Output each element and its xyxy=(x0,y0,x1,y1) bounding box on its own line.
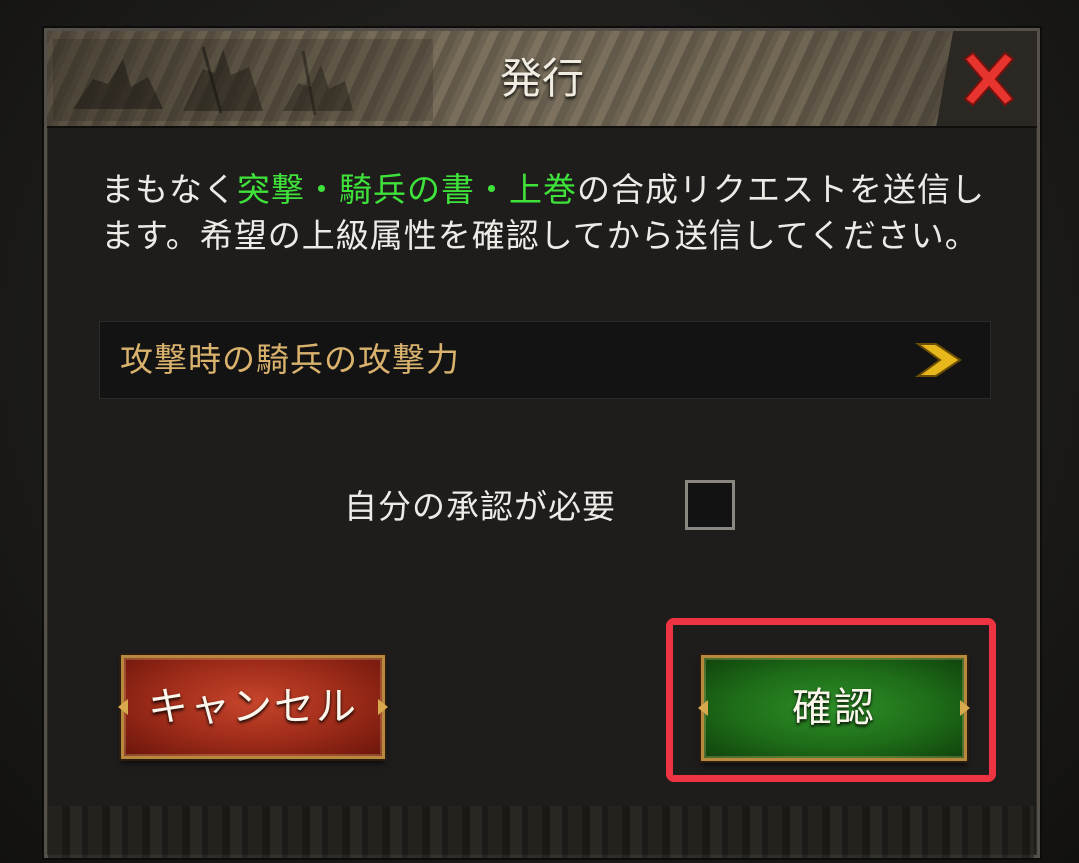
footer-decoration xyxy=(48,806,1034,858)
button-notch-left xyxy=(698,700,708,716)
button-notch-left xyxy=(118,699,128,715)
attribute-select-value: 攻撃時の騎兵の攻撃力 xyxy=(120,340,460,379)
approval-checkbox[interactable] xyxy=(685,480,735,530)
confirm-button-label: 確認 xyxy=(792,685,876,731)
button-notch-right xyxy=(960,700,970,716)
publish-dialog: 発行 まもなく突撃・騎兵の書・上巻の合成リクエストを送信します。希望の上級属性を… xyxy=(44,28,1040,858)
close-button[interactable] xyxy=(931,31,1037,126)
item-name: 突撃・騎兵の書・上巻 xyxy=(237,170,577,209)
approval-label: 自分の承認が必要 xyxy=(344,487,616,526)
cancel-button[interactable]: キャンセル xyxy=(118,655,388,759)
dialog-message: まもなく突撃・騎兵の書・上巻の合成リクエストを送信します。希望の上級属性を確認し… xyxy=(101,167,1001,259)
attribute-select[interactable]: 攻撃時の騎兵の攻撃力 xyxy=(99,321,991,399)
button-notch-right xyxy=(378,699,388,715)
dialog-title: 発行 xyxy=(499,54,584,103)
confirm-button[interactable]: 確認 xyxy=(698,655,970,761)
cancel-button-label: キャンセル xyxy=(148,684,358,730)
close-icon xyxy=(963,51,1015,107)
chevron-right-icon xyxy=(914,343,962,377)
dialog-header: 発行 xyxy=(47,31,1037,128)
message-prefix: まもなく xyxy=(101,170,237,209)
